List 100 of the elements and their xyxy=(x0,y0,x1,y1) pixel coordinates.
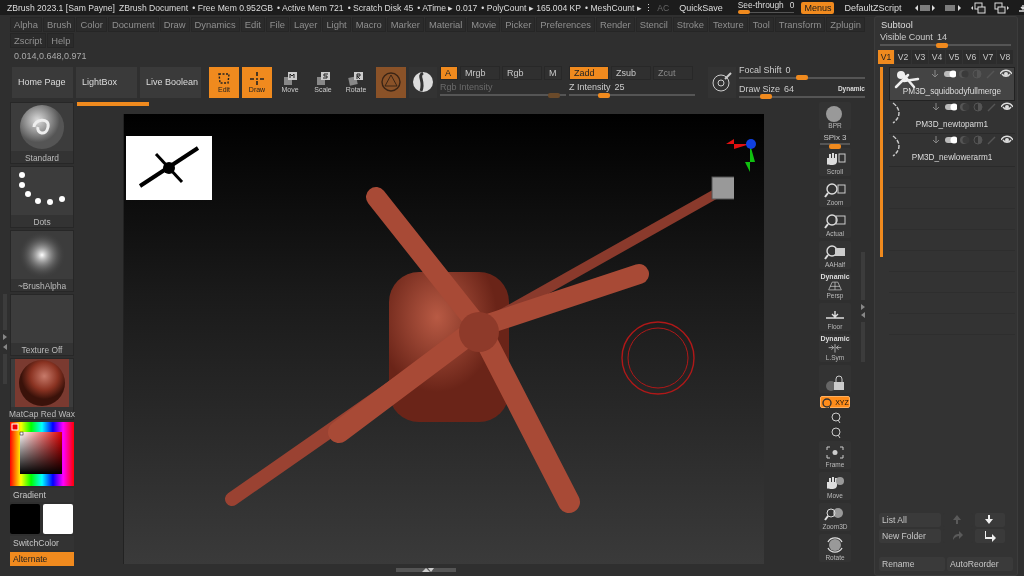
gradient-button[interactable]: Gradient xyxy=(10,488,74,502)
subtool-item[interactable]: PM3D_newtoparm1 xyxy=(889,101,1015,134)
menu-item[interactable]: Stencil xyxy=(635,17,672,32)
arrow-turn-icon xyxy=(984,530,996,542)
slider-handle[interactable] xyxy=(597,92,610,98)
subtool-button[interactable]: AutoReorder xyxy=(947,557,1013,571)
subtool-button[interactable] xyxy=(975,529,1005,543)
slider-track[interactable] xyxy=(440,92,566,98)
version-tab[interactable]: V1 xyxy=(878,50,894,64)
palette-button[interactable]: MatCap Red Wax xyxy=(10,358,74,420)
rotate-icon xyxy=(348,71,364,86)
version-tab[interactable]: V5 xyxy=(946,50,962,64)
zscript-button[interactable]: DefaultZScript xyxy=(841,1,905,14)
version-tab[interactable]: V6 xyxy=(963,50,979,64)
menu-item[interactable]: Tool xyxy=(748,17,774,32)
moon-icon xyxy=(958,69,970,79)
list-scrollbar[interactable] xyxy=(880,67,883,257)
quicksave-button[interactable]: QuickSave xyxy=(676,1,726,14)
slider-handle[interactable] xyxy=(759,94,772,99)
version-tab[interactable]: V8 xyxy=(997,50,1013,64)
version-tab[interactable]: V2 xyxy=(895,50,911,64)
slider-label: Z Intensity xyxy=(569,82,611,92)
slider-handle[interactable] xyxy=(737,9,750,14)
menus-button[interactable]: Menus xyxy=(801,1,835,14)
menu-item[interactable]: File xyxy=(265,17,289,32)
shelf-button[interactable]: LightBox xyxy=(76,66,137,98)
brush-circle-icon xyxy=(711,71,733,93)
slider-handle[interactable] xyxy=(829,143,841,149)
subtool-button[interactable] xyxy=(975,513,1005,527)
version-tab[interactable]: V7 xyxy=(980,50,996,64)
menu-item[interactable]: Movie xyxy=(467,17,501,32)
subtool-button[interactable]: Rename xyxy=(879,557,945,571)
menu-item[interactable]: Render xyxy=(595,17,635,32)
subtool-item[interactable]: PM3D_newlowerarm1 xyxy=(889,134,1015,167)
slider-handle[interactable] xyxy=(796,75,808,80)
menu-item[interactable]: Transform xyxy=(774,17,826,32)
view-button[interactable] xyxy=(819,365,851,393)
toggle-icon xyxy=(944,69,956,79)
mode-button[interactable]: Rgb xyxy=(502,66,542,80)
slider-label: Visible Count xyxy=(880,32,933,42)
color-swatch[interactable] xyxy=(43,504,73,534)
menu-item[interactable]: Document xyxy=(107,17,159,32)
zoom-sphere-icon xyxy=(824,506,846,523)
viewport-canvas[interactable] xyxy=(123,114,764,564)
menu-item[interactable]: Stroke xyxy=(672,17,708,32)
menu-item[interactable]: Macro xyxy=(351,17,386,32)
shelf-button[interactable]: Live Boolean xyxy=(140,66,201,98)
layout-icon xyxy=(969,1,986,14)
slider-track[interactable] xyxy=(737,9,795,15)
menu-item[interactable]: Help xyxy=(47,33,75,48)
color-swatch[interactable] xyxy=(10,504,40,534)
menu-item[interactable]: Light xyxy=(322,17,351,32)
half-circle-icon xyxy=(973,102,985,112)
magnifier-icon xyxy=(824,244,846,261)
subtool-item[interactable]: PM3D_squidbodyfullmerge xyxy=(889,67,1015,101)
mode-button[interactable]: Mrgb xyxy=(460,66,500,80)
menu-item[interactable]: Texture xyxy=(708,17,748,32)
mode-button[interactable]: A xyxy=(440,66,458,80)
menu-item[interactable]: Zplugin xyxy=(826,17,865,32)
progress-bar xyxy=(77,102,149,106)
collapse-handle-icon xyxy=(2,294,8,384)
menu-item[interactable]: Marker xyxy=(386,17,424,32)
menu-item[interactable]: Color xyxy=(76,17,107,32)
version-tab[interactable]: V4 xyxy=(929,50,945,64)
palette-button[interactable]: Dots xyxy=(10,166,74,228)
menu-item[interactable]: Brush xyxy=(43,17,76,32)
slider-track[interactable] xyxy=(739,74,865,81)
menu-item[interactable]: Edit xyxy=(240,17,265,32)
magnifier-icon xyxy=(824,182,846,199)
switch-color-button[interactable]: SwitchColor xyxy=(10,536,74,550)
brush-cursor-icon xyxy=(620,320,696,396)
axis-button[interactable] xyxy=(828,426,842,438)
menu-item[interactable]: Preferences xyxy=(536,17,595,32)
subtool-button[interactable]: List All xyxy=(879,513,941,527)
brush-settings-button[interactable] xyxy=(708,66,736,98)
texture-button[interactable]: Texture Off xyxy=(10,294,74,356)
mode-button[interactable]: Zadd xyxy=(569,66,609,80)
draw-icon xyxy=(249,71,265,86)
stroke-button[interactable] xyxy=(409,66,437,98)
lock-icon xyxy=(824,375,846,392)
palette-button[interactable]: ~BrushAlpha xyxy=(10,230,74,292)
arm-thumbnail-icon xyxy=(891,102,903,124)
scale-icon xyxy=(315,71,331,86)
menu-item[interactable]: Zscript xyxy=(10,33,47,48)
shelf-button[interactable]: Home Page xyxy=(12,66,73,98)
slider-track[interactable] xyxy=(739,93,865,100)
menu-item[interactable]: Dynamics xyxy=(190,17,240,32)
menu-item[interactable]: Layer xyxy=(289,17,322,32)
mode-button[interactable]: Zsub xyxy=(611,66,651,80)
palette-button[interactable]: Standard xyxy=(10,102,74,164)
axis-button[interactable] xyxy=(828,411,842,423)
subtool-button[interactable]: New Folder xyxy=(879,529,941,543)
menu-item[interactable]: Alpha xyxy=(10,17,42,32)
mode-button[interactable]: M xyxy=(544,66,562,80)
menu-item[interactable]: Draw xyxy=(159,17,190,32)
alternate-button[interactable]: Alternate xyxy=(10,552,74,566)
version-tab[interactable]: V3 xyxy=(912,50,928,64)
slider-handle[interactable] xyxy=(935,42,948,48)
menu-item[interactable]: Material xyxy=(424,17,467,32)
menu-item[interactable]: Picker xyxy=(501,17,536,32)
